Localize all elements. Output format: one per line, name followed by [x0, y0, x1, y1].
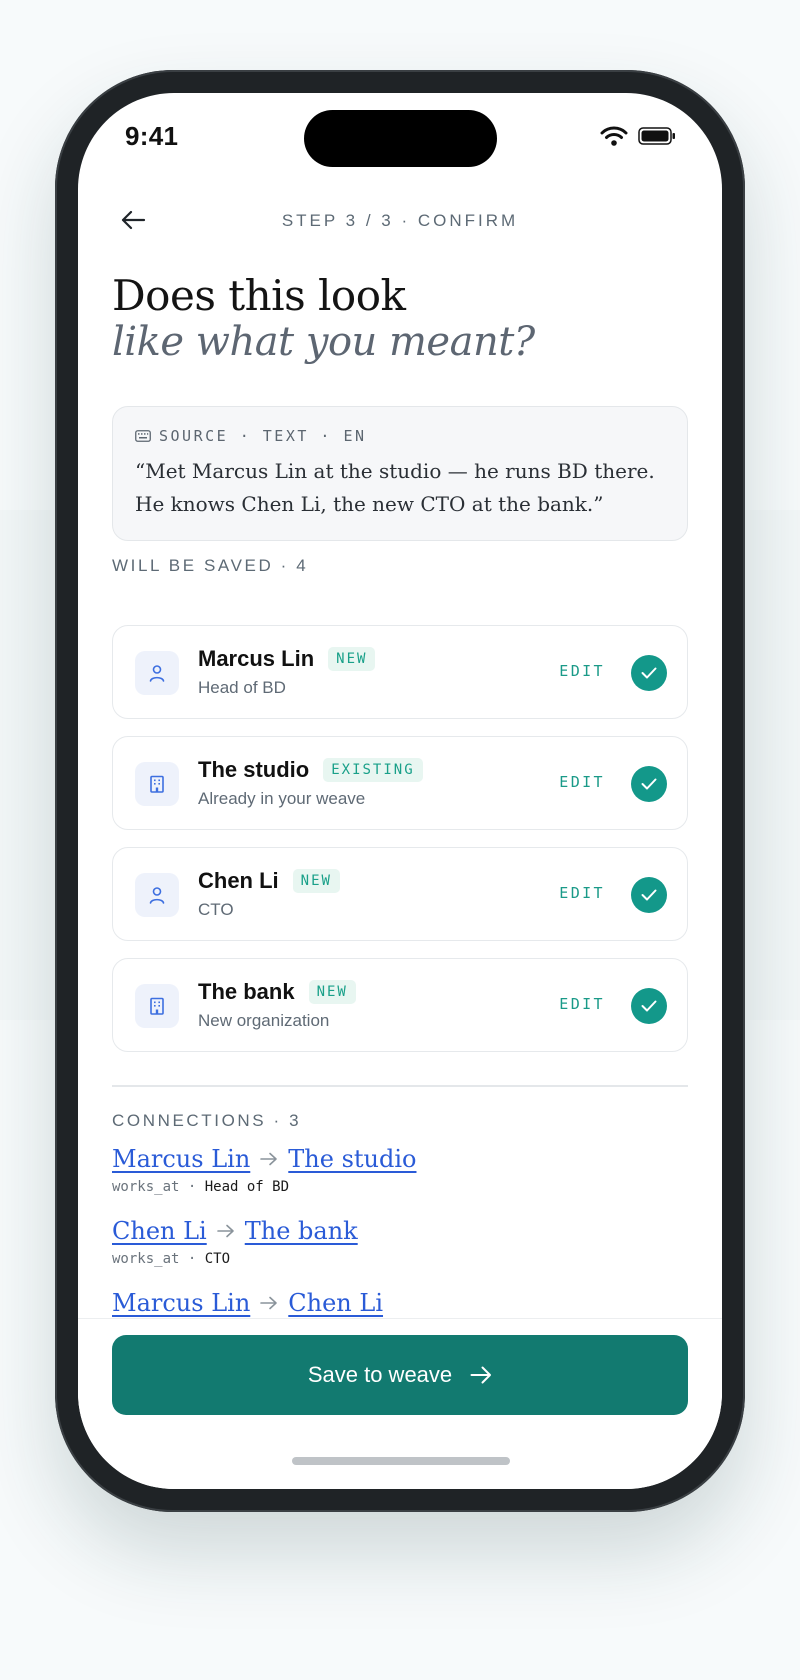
status-badge: NEW [328, 647, 376, 671]
entity-name: Marcus Lin [198, 646, 315, 671]
entity-list: Marcus Lin NEW Head of BD EDIT The studi… [112, 625, 688, 1069]
confirm-toggle[interactable] [631, 988, 667, 1024]
connection-to-link[interactable]: The studio [288, 1145, 416, 1173]
page-subtitle: like what you meant? [112, 319, 535, 365]
connection-separator: · [179, 1251, 205, 1267]
check-icon [641, 667, 657, 679]
connection-item: Chen Li The bank works_at · CTO [112, 1217, 688, 1289]
connection-relation: works_at [112, 1179, 180, 1195]
phone-frame: 9:41 STEP 3 / 3 · CONFIRM Does this look… [55, 70, 745, 1512]
page-title: Does this look [112, 271, 406, 320]
connection-to-link[interactable]: Chen Li [288, 1289, 383, 1317]
confirm-toggle[interactable] [631, 877, 667, 913]
arrow-right-icon [470, 1366, 492, 1384]
arrow-right-icon [216, 1224, 234, 1238]
connection-to-link[interactable]: The bank [245, 1217, 358, 1245]
status-badge: NEW [292, 869, 340, 893]
home-indicator[interactable] [292, 1457, 510, 1465]
status-badge: NEW [308, 980, 356, 1004]
save-button-label: Save to weave [307, 1362, 453, 1387]
entity-subtitle: CTO [198, 900, 234, 919]
entity-name: The bank [198, 979, 295, 1004]
entity-card[interactable]: Chen Li NEW CTO EDIT [112, 847, 688, 941]
entity-card[interactable]: The studio EXISTING Already in your weav… [112, 736, 688, 830]
section-divider [112, 1085, 688, 1087]
status-icons [600, 125, 676, 147]
building-icon [150, 997, 164, 1015]
keyboard-icon [135, 430, 151, 442]
confirm-toggle[interactable] [631, 655, 667, 691]
connection-attribute: CTO [204, 1251, 231, 1267]
entity-card[interactable]: The bank NEW New organization EDIT [112, 958, 688, 1052]
source-label: SOURCE · TEXT · EN [159, 427, 367, 445]
connection-separator: · [179, 1179, 205, 1195]
edit-button[interactable]: EDIT [559, 773, 605, 791]
source-quote: “Met Marcus Lin at the studio — he runs … [135, 459, 655, 516]
person-icon [149, 887, 165, 904]
entity-card[interactable]: Marcus Lin NEW Head of BD EDIT [112, 625, 688, 719]
entity-subtitle: Head of BD [198, 678, 286, 697]
arrow-right-icon [260, 1296, 278, 1310]
arrow-right-icon [260, 1152, 278, 1166]
connection-from-link[interactable]: Chen Li [112, 1217, 207, 1245]
source-card: SOURCE · TEXT · EN “Met Marcus Lin at th… [112, 406, 688, 541]
connections-section-label: CONNECTIONS · 3 [112, 1111, 302, 1130]
wifi-icon [600, 126, 628, 146]
entity-subtitle: Already in your weave [198, 789, 366, 808]
connection-from-link[interactable]: Marcus Lin [112, 1145, 250, 1173]
connection-from-link[interactable]: Marcus Lin [112, 1289, 250, 1317]
entity-subtitle: New organization [198, 1011, 330, 1030]
entity-name: The studio [198, 757, 310, 782]
connection-item: Marcus Lin The studio works_at · Head of… [112, 1145, 688, 1217]
confirm-toggle[interactable] [631, 766, 667, 802]
battery-icon [638, 127, 675, 145]
check-icon [641, 778, 657, 790]
person-icon [149, 665, 165, 682]
saved-section-label: WILL BE SAVED · 4 [112, 556, 309, 575]
status-badge: EXISTING [323, 758, 423, 782]
entity-name: Chen Li [198, 868, 279, 893]
check-icon [641, 1000, 657, 1012]
check-icon [641, 889, 657, 901]
edit-button[interactable]: EDIT [559, 884, 605, 902]
footer-bar: Save to weave [78, 1318, 722, 1489]
edit-button[interactable]: EDIT [559, 662, 605, 680]
step-indicator: STEP 3 / 3 · CONFIRM [281, 211, 519, 230]
edit-button[interactable]: EDIT [559, 995, 605, 1013]
connection-relation: works_at [112, 1251, 180, 1267]
dynamic-island [304, 110, 497, 167]
building-icon [150, 775, 164, 793]
phone-screen: 9:41 STEP 3 / 3 · CONFIRM Does this look… [78, 93, 722, 1489]
status-time: 9:41 [125, 121, 179, 151]
save-button[interactable]: Save to weave [112, 1335, 688, 1415]
connection-attribute: Head of BD [204, 1179, 290, 1195]
